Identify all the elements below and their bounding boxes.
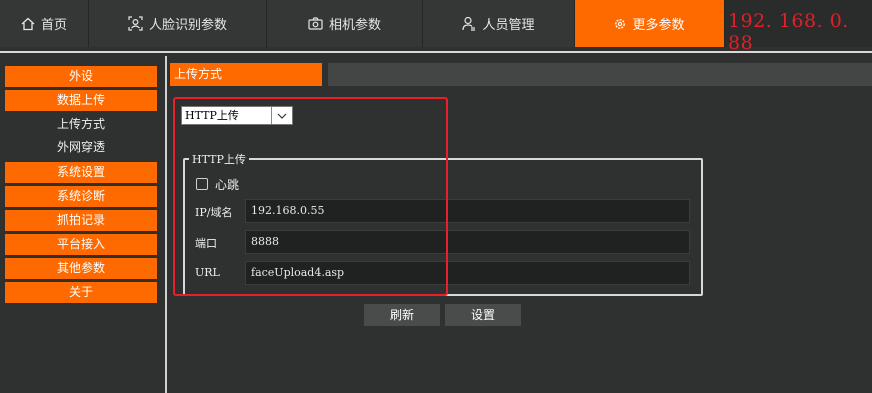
set-button[interactable]: 设置 (445, 304, 521, 326)
camera-icon (308, 17, 323, 30)
http-upload-legend: HTTP上传 (189, 151, 249, 167)
sidebar-item-platform-access[interactable]: 平台接入 (5, 234, 157, 255)
tab-camera[interactable]: 相机参数 (267, 0, 423, 47)
sidebar-item-data-upload[interactable]: 数据上传 (5, 90, 157, 111)
sidebar-divider (165, 56, 167, 393)
heartbeat-checkbox[interactable] (196, 178, 208, 190)
sidebar-item-peripherals[interactable]: 外设 (5, 66, 157, 87)
chevron-down-icon (271, 107, 292, 124)
port-input[interactable]: 8888 (245, 230, 690, 254)
tab-home[interactable]: 首页 (0, 0, 89, 47)
sidebar-item-capture-records[interactable]: 抓拍记录 (5, 210, 157, 231)
tab-personnel[interactable]: 人员管理 (423, 0, 575, 47)
sidebar-item-nat-traversal[interactable]: 外网穿透 (5, 137, 157, 158)
port-label: 端口 (195, 237, 217, 250)
sidebar-item-upload-method[interactable]: 上传方式 (5, 114, 157, 135)
tab-home-label: 首页 (40, 18, 67, 33)
upload-mode-select[interactable]: HTTP上传 (181, 106, 293, 125)
sidebar-item-system-settings[interactable]: 系统设置 (5, 162, 157, 183)
heartbeat-label: 心跳 (215, 178, 240, 192)
url-label: URL (195, 266, 220, 279)
section-title: 上传方式 (170, 63, 322, 86)
sidebar-item-system-diagnostics[interactable]: 系统诊断 (5, 186, 157, 207)
sidebar-item-other-params[interactable]: 其他参数 (5, 258, 157, 279)
tab-more-params-label: 更多参数 (632, 18, 685, 33)
url-input[interactable]: faceUpload4.asp (245, 261, 690, 285)
tab-face-recognition-label: 人脸识别参数 (148, 18, 227, 33)
ip-domain-input[interactable]: 192.168.0.55 (245, 199, 690, 223)
ip-domain-label: IP/域名 (195, 206, 233, 219)
tab-personnel-label: 人员管理 (482, 18, 535, 33)
sidebar-item-about[interactable]: 关于 (5, 282, 157, 303)
section-header-bar (328, 63, 872, 86)
tab-camera-label: 相机参数 (328, 18, 381, 33)
person-icon (462, 16, 476, 31)
face-scan-icon (128, 16, 143, 31)
refresh-button[interactable]: 刷新 (364, 304, 440, 326)
gear-icon (615, 18, 626, 29)
device-ip-label: 192. 168. 0. 88 (728, 10, 849, 54)
tab-face-recognition[interactable]: 人脸识别参数 (89, 0, 267, 47)
upload-mode-value: HTTP上传 (185, 109, 239, 122)
tab-more-params[interactable]: 更多参数 (575, 0, 725, 47)
home-icon (21, 17, 35, 30)
